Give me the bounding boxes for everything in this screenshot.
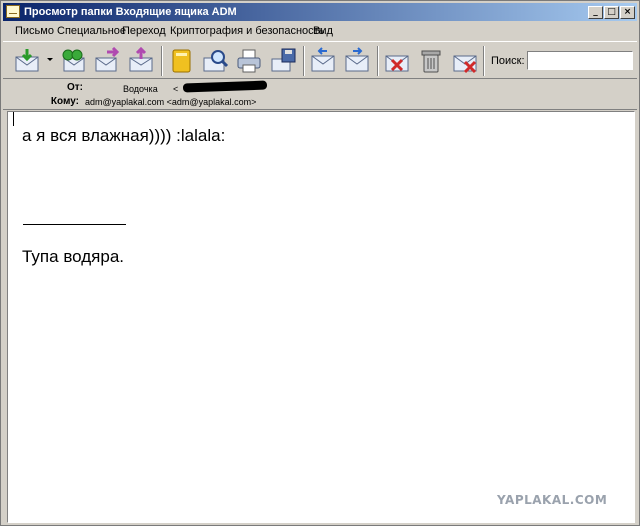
- print-icon[interactable]: [235, 47, 263, 75]
- search-input[interactable]: [527, 51, 633, 70]
- text-caret: [13, 112, 14, 126]
- mark-spam-icon[interactable]: [383, 47, 411, 75]
- address-book-icon[interactable]: [167, 47, 195, 75]
- maximize-button[interactable]: □: [604, 6, 619, 19]
- message-line-2: Тупа водяра.: [22, 247, 124, 266]
- from-address[interactable]: <: [173, 84, 178, 94]
- forward-icon[interactable]: [93, 47, 121, 75]
- minimize-button[interactable]: _: [588, 6, 603, 19]
- from-name[interactable]: Водочка: [123, 84, 158, 94]
- to-address[interactable]: adm@yaplakal.com <adm@yaplakal.com>: [85, 97, 256, 107]
- envelope-icon: [6, 5, 20, 18]
- reply-all-icon[interactable]: [59, 47, 87, 75]
- toolbar-separator: [377, 46, 379, 76]
- toolbar-separator: [161, 46, 163, 76]
- message-header: От: Водочка < Кому: adm@yaplakal.com <ad…: [3, 80, 637, 110]
- toolbar: Поиск:: [3, 41, 637, 79]
- message-line-1: а я вся влажная)))) :lalala:: [22, 126, 226, 145]
- menu-special[interactable]: Специальное: [57, 25, 126, 37]
- menu-letter[interactable]: Письмо: [15, 25, 54, 37]
- title-bar[interactable]: Просмотр папки Входящие ящика ADM _ □ ×: [3, 3, 637, 21]
- delete-message-icon[interactable]: [451, 47, 479, 75]
- toolbar-separator: [303, 46, 305, 76]
- find-icon[interactable]: [201, 47, 229, 75]
- from-label: От:: [66, 82, 83, 93]
- get-mail-icon[interactable]: [13, 47, 41, 75]
- window-title: Просмотр папки Входящие ящика ADM: [24, 6, 237, 18]
- toolbar-separator: [483, 46, 485, 76]
- close-button[interactable]: ×: [620, 6, 635, 19]
- new-mail-icon[interactable]: [127, 47, 155, 75]
- message-body[interactable]: а я вся влажная)))) :lalala: Тупа водяра…: [7, 111, 635, 523]
- menu-view[interactable]: Вид: [313, 25, 333, 37]
- menu-crypto[interactable]: Криптография и безопасность: [170, 25, 324, 37]
- menu-go[interactable]: Переход: [122, 25, 166, 37]
- to-label: Кому:: [50, 96, 79, 107]
- search-label: Поиск:: [491, 55, 525, 67]
- chevron-down-icon[interactable]: [47, 58, 53, 61]
- save-icon[interactable]: [269, 47, 297, 75]
- watermark-logo: YAPLAKAL.COM: [497, 493, 608, 507]
- signature-separator: [23, 224, 126, 225]
- mail-window: Просмотр папки Входящие ящика ADM _ □ × …: [0, 0, 640, 526]
- next-message-icon[interactable]: [343, 47, 371, 75]
- prev-message-icon[interactable]: [309, 47, 337, 75]
- menu-bar: Письмо Специальное Переход Криптография …: [3, 22, 637, 41]
- trash-icon[interactable]: [417, 47, 445, 75]
